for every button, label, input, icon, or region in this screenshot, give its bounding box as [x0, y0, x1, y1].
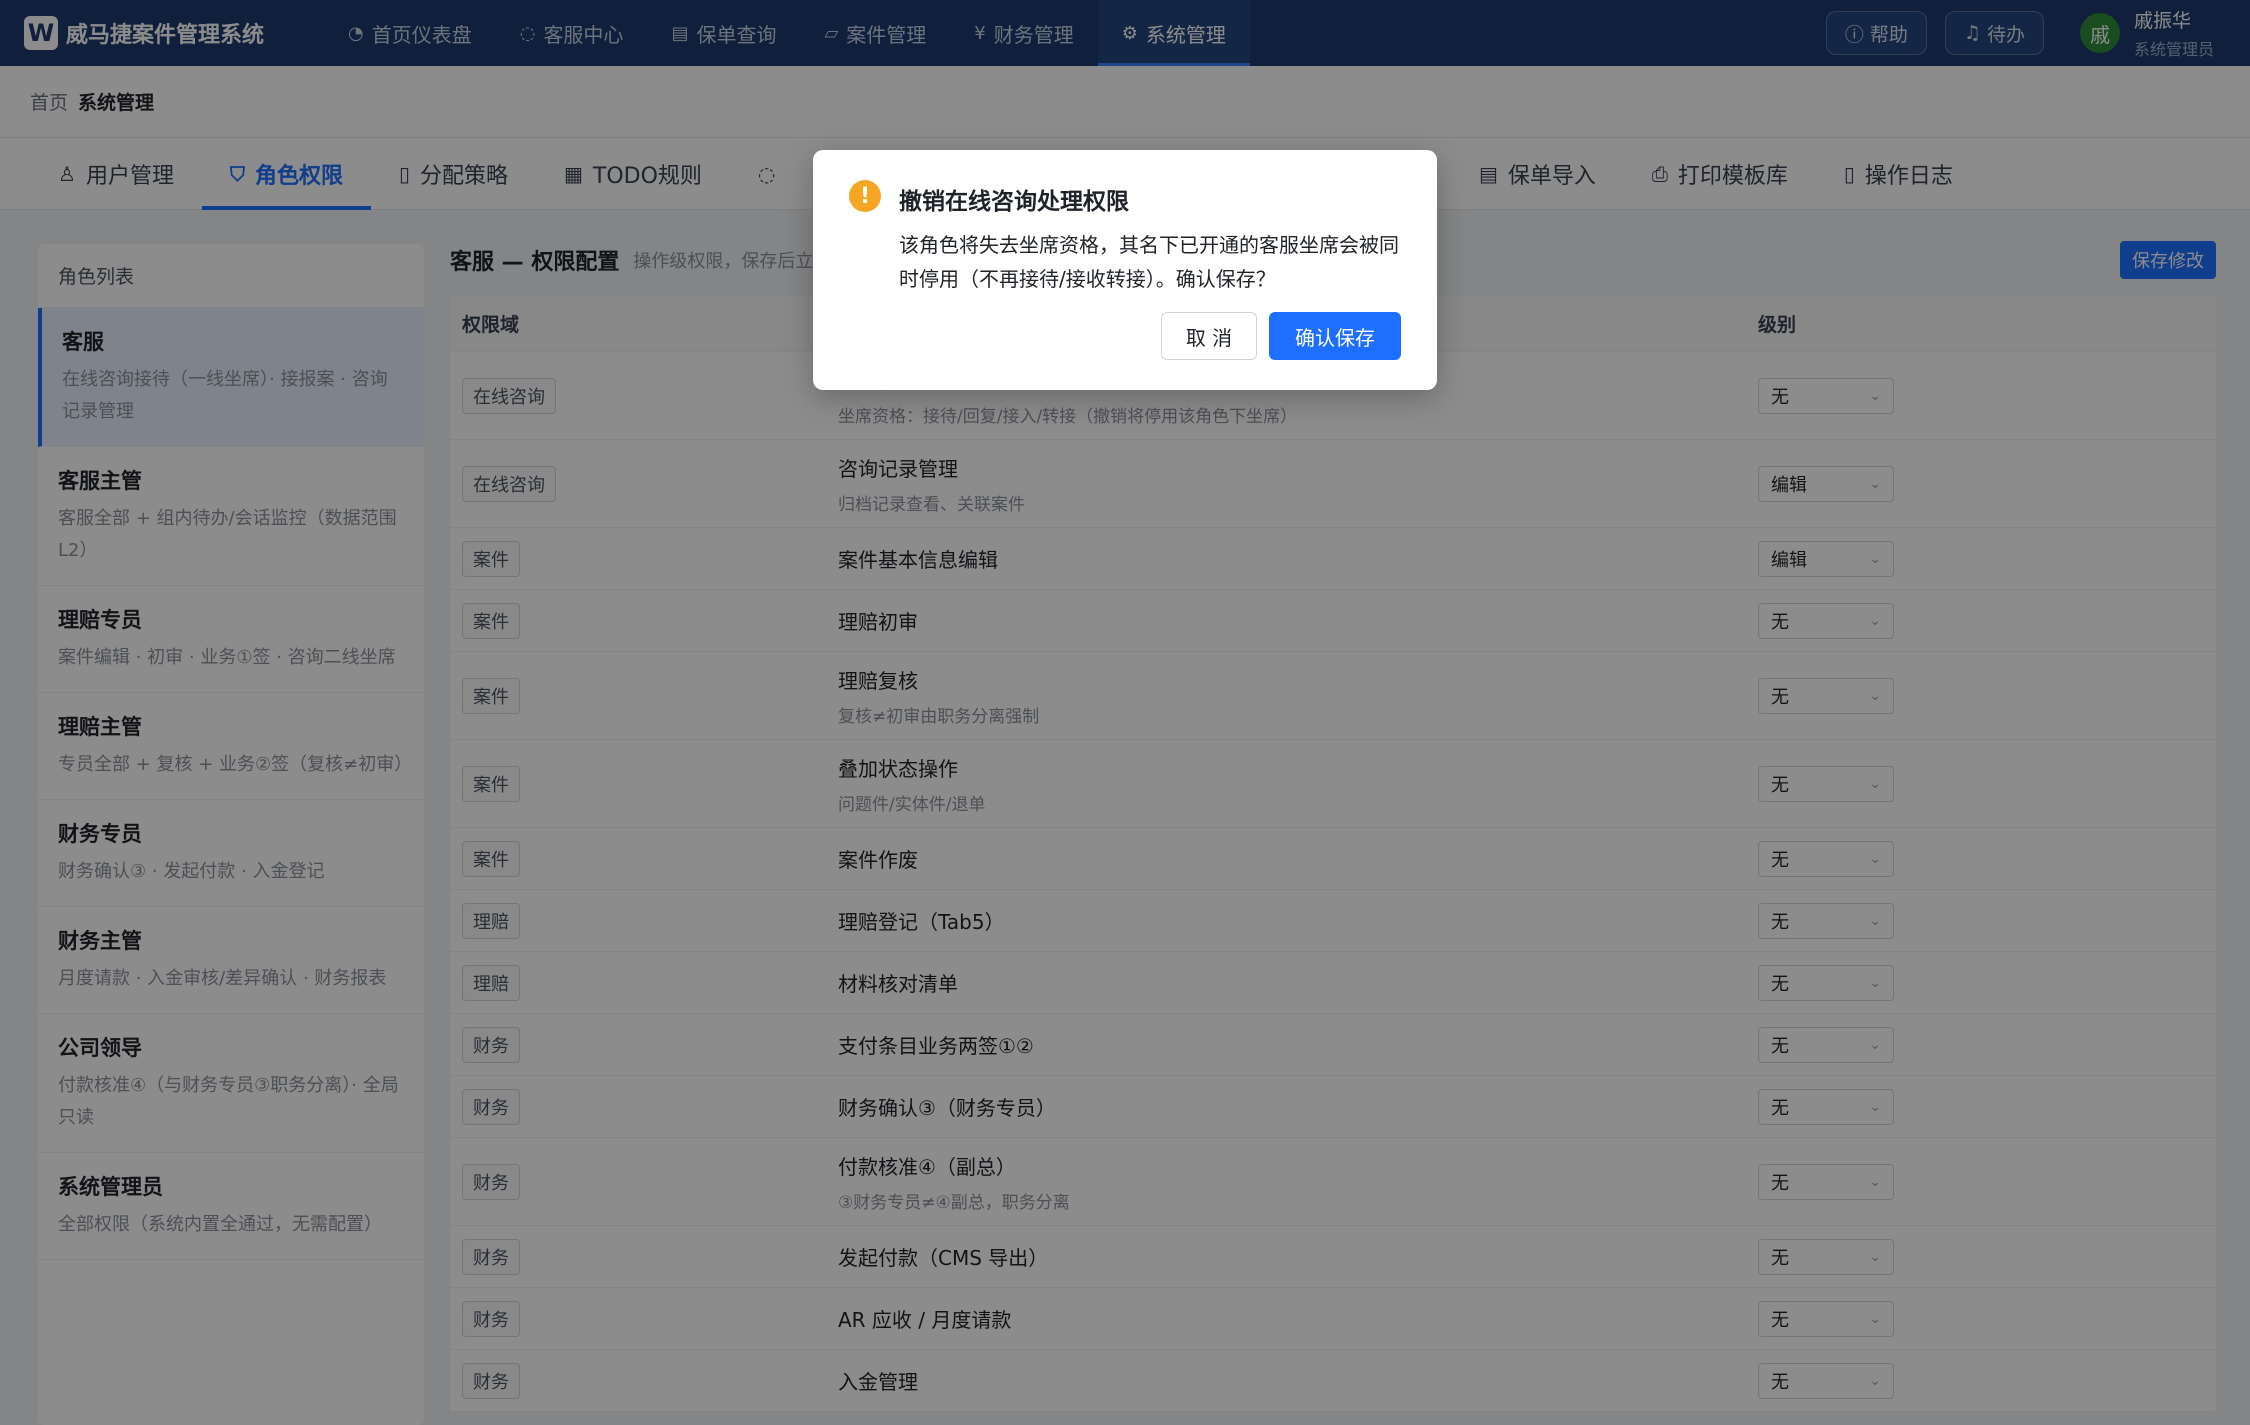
- cancel-button[interactable]: 取 消: [1161, 312, 1257, 360]
- warning-icon: !: [849, 180, 881, 212]
- dialog-message: 该角色将失去坐席资格，其名下已开通的客服坐席会被同时停用（不再接待/接收转接）。…: [899, 233, 1399, 291]
- confirm-save-button[interactable]: 确认保存: [1269, 312, 1401, 360]
- dialog-title: 撤销在线咨询处理权限: [899, 189, 1129, 215]
- confirm-dialog: ! 撤销在线咨询处理权限 该角色将失去坐席资格，其名下已开通的客服坐席会被同时停…: [813, 150, 1437, 390]
